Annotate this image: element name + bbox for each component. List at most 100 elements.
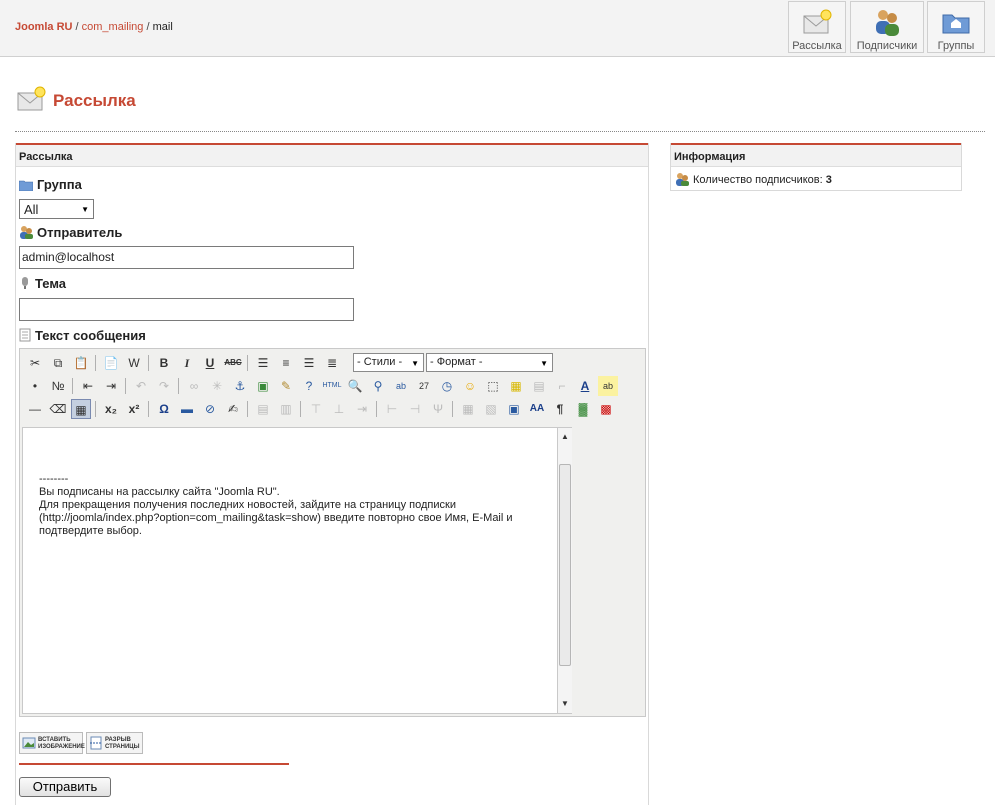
- subscript-icon[interactable]: x₂: [101, 399, 121, 419]
- chevron-down-icon: ▼: [81, 205, 89, 214]
- subject-label: Тема: [19, 276, 66, 291]
- bold-icon[interactable]: B: [154, 353, 174, 373]
- editor-scrollbar[interactable]: ▲ ▼: [558, 427, 572, 714]
- mailing-form-panel: Рассылка Группа All ▼ Отправитель admin@…: [15, 143, 649, 805]
- group-select-value: All: [24, 202, 39, 217]
- find-replace-icon[interactable]: ⚲: [368, 376, 388, 396]
- styles-select[interactable]: - Стили - ▼: [353, 353, 424, 372]
- sender-input[interactable]: admin@localhost: [19, 246, 354, 269]
- superscript-icon[interactable]: x²: [124, 399, 144, 419]
- toolbar-separator: [72, 378, 73, 394]
- style-props-icon[interactable]: AA: [527, 399, 547, 419]
- link-icon[interactable]: ∞: [184, 376, 204, 396]
- indent-icon[interactable]: ⇥: [101, 376, 121, 396]
- align-justify-icon[interactable]: ≣: [322, 353, 342, 373]
- folder-home-icon: [942, 14, 970, 34]
- scroll-down-arrow-icon[interactable]: ▼: [558, 697, 572, 711]
- advanced-hr-icon[interactable]: ▬: [177, 399, 197, 419]
- divider: [15, 131, 985, 132]
- replace-icon[interactable]: ab: [391, 376, 411, 396]
- group-select[interactable]: All ▼: [19, 199, 94, 219]
- template-icon[interactable]: ▩: [596, 399, 616, 419]
- editor-toolbar-row-2: • № ⇤ ⇥ ↶ ↷ ∞ ✳ ⚓ ▣ ✎ ? HTML 🔍 ⚲ ab 27 ◷…: [23, 375, 643, 397]
- paste-icon[interactable]: 📋: [71, 353, 91, 373]
- underline-icon[interactable]: U: [200, 353, 220, 373]
- send-button[interactable]: Отправить: [19, 777, 111, 797]
- flash-icon[interactable]: ⊘: [200, 399, 220, 419]
- scroll-up-arrow-icon[interactable]: ▲: [558, 430, 572, 444]
- breadcrumb-root-link[interactable]: Joomla RU: [15, 21, 72, 33]
- breadcrumb-component-link[interactable]: com_mailing: [82, 21, 144, 33]
- horizontal-rule-icon[interactable]: —: [25, 399, 45, 419]
- table-props-icon[interactable]: ▤: [253, 399, 273, 419]
- emoticons-icon[interactable]: ☺: [460, 376, 480, 396]
- col-after-icon[interactable]: ⊣: [405, 399, 425, 419]
- align-left-icon[interactable]: ☰: [253, 353, 273, 373]
- media-icon[interactable]: ▣: [504, 399, 524, 419]
- mailing-button[interactable]: Рассылка: [788, 1, 846, 53]
- image-icon[interactable]: ▣: [253, 376, 273, 396]
- delete-row-icon[interactable]: ⇥: [352, 399, 372, 419]
- highlight-color-icon[interactable]: ab: [598, 376, 618, 396]
- pilcrow-icon[interactable]: ¶: [550, 399, 570, 419]
- groups-button[interactable]: Группы: [927, 1, 985, 53]
- page-break-button[interactable]: РАЗРЫВ СТРАНИЦЫ: [86, 732, 143, 754]
- copy-icon[interactable]: ⧉: [48, 353, 68, 373]
- page-break-label: СТРАНИЦЫ: [105, 744, 140, 750]
- format-select[interactable]: - Формат - ▼: [426, 353, 553, 372]
- row-after-icon[interactable]: ⊥: [329, 399, 349, 419]
- numbered-list-icon[interactable]: №: [48, 376, 68, 396]
- html-source-icon[interactable]: HTML: [322, 376, 342, 396]
- divider: [19, 763, 289, 765]
- strikethrough-icon[interactable]: ABC: [223, 353, 243, 373]
- page-break-icon: [90, 736, 102, 750]
- delete-table-icon[interactable]: ▥: [276, 399, 296, 419]
- paste-word-icon[interactable]: W: [124, 353, 144, 373]
- layer-icon[interactable]: ▦: [506, 376, 526, 396]
- find-icon[interactable]: 🔍: [345, 376, 365, 396]
- users-icon: [876, 10, 899, 36]
- unlink-icon[interactable]: ✳: [207, 376, 227, 396]
- styles-select-value: - Стили -: [357, 356, 403, 368]
- scrollbar-thumb[interactable]: [559, 464, 571, 666]
- insert-date-icon[interactable]: 27: [414, 376, 434, 396]
- align-center-icon[interactable]: ≡: [276, 353, 296, 373]
- row-before-icon[interactable]: ⊤: [306, 399, 326, 419]
- anchor-icon[interactable]: ⚓: [230, 376, 250, 396]
- bullet-list-icon[interactable]: •: [25, 376, 45, 396]
- layer-back-icon[interactable]: ▤: [529, 376, 549, 396]
- subject-input[interactable]: [19, 298, 354, 321]
- absolute-position-icon[interactable]: ⌐: [552, 376, 572, 396]
- italic-icon[interactable]: I: [177, 353, 197, 373]
- message-line: (http://joomla/index.php?option=com_mail…: [39, 512, 513, 524]
- outdent-icon[interactable]: ⇤: [78, 376, 98, 396]
- paste-text-icon[interactable]: 📄: [101, 353, 121, 373]
- undo-icon[interactable]: ↶: [131, 376, 151, 396]
- document-icon: [19, 328, 31, 342]
- special-char-icon[interactable]: Ω: [154, 399, 174, 419]
- redo-icon[interactable]: ↷: [154, 376, 174, 396]
- visual-aid-icon[interactable]: ▦: [71, 399, 91, 419]
- remove-format-icon[interactable]: ⌫: [48, 399, 68, 419]
- top-bar: Joomla RU / com_mailing / mail Рассылка …: [0, 0, 995, 57]
- text-color-icon[interactable]: A: [575, 376, 595, 396]
- edit-icon[interactable]: ✍: [223, 399, 243, 419]
- cut-icon[interactable]: ✂: [25, 353, 45, 373]
- microphone-icon: [22, 277, 28, 289]
- insert-image-button[interactable]: ВСТАВИТЬ ИЗОБРАЖЕНИЕ: [19, 732, 85, 754]
- editor-content-area[interactable]: -------- Вы подписаны на рассылку сайта …: [22, 427, 558, 714]
- help-icon[interactable]: ?: [299, 376, 319, 396]
- align-right-icon[interactable]: ☰: [299, 353, 319, 373]
- col-before-icon[interactable]: ⊢: [382, 399, 402, 419]
- insert-time-icon[interactable]: ◷: [437, 376, 457, 396]
- insert-image-label: ИЗОБРАЖЕНИЕ: [38, 744, 85, 750]
- film-icon[interactable]: ▓: [573, 399, 593, 419]
- merge-cells-icon[interactable]: ▧: [481, 399, 501, 419]
- delete-col-icon[interactable]: Ψ: [428, 399, 448, 419]
- editor-toolbar-row-1: ✂ ⧉ 📋 📄 W B I U ABC ☰ ≡ ☰ ≣ - Стили - ▼ …: [23, 352, 643, 374]
- breadcrumb-separator: /: [75, 21, 79, 33]
- subscribers-button[interactable]: Подписчики: [850, 1, 924, 53]
- cleanup-icon[interactable]: ✎: [276, 376, 296, 396]
- split-cells-icon[interactable]: ▦: [458, 399, 478, 419]
- fullscreen-icon[interactable]: ⬚: [483, 376, 503, 396]
